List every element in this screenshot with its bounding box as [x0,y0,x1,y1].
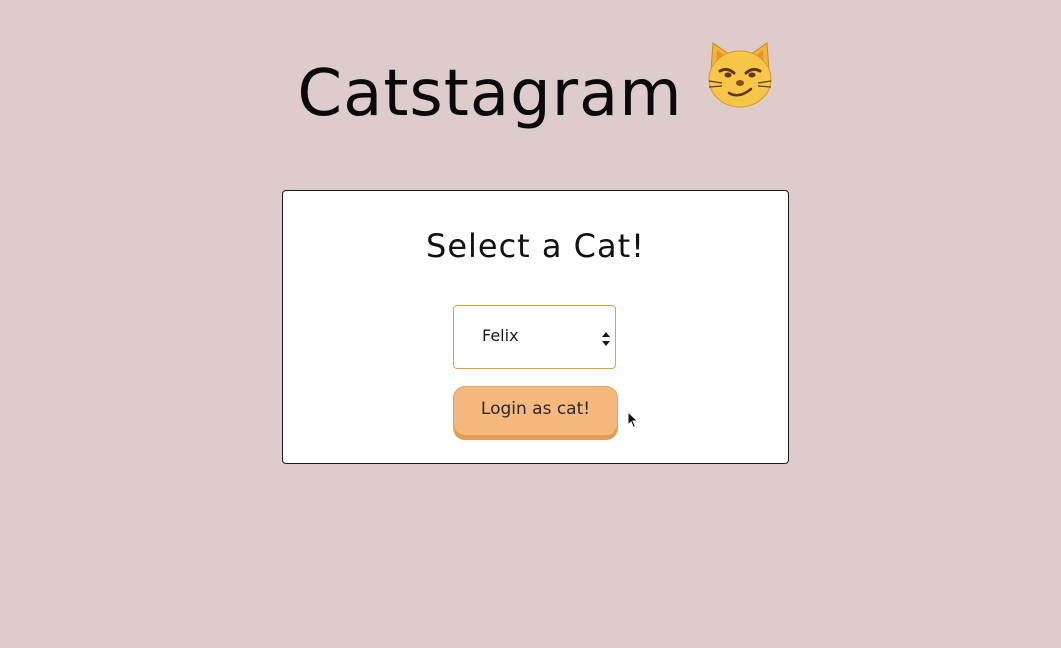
cat-select-value: Felix [482,326,519,345]
app-title: Catstagram [0,42,1061,144]
smirking-cat-face-icon [705,38,775,138]
app-title-text: Catstagram [297,57,683,131]
mouse-cursor-icon [627,411,639,429]
select-arrows-icon [602,332,610,346]
cat-select[interactable]: Felix [453,305,616,369]
login-card: Select a Cat! Felix Login as cat! [282,190,789,464]
page: Catstagram Select a Cat! Felix Login as … [0,0,1061,648]
login-button[interactable]: Login as cat! [453,386,618,436]
card-heading: Select a Cat! [426,227,645,265]
